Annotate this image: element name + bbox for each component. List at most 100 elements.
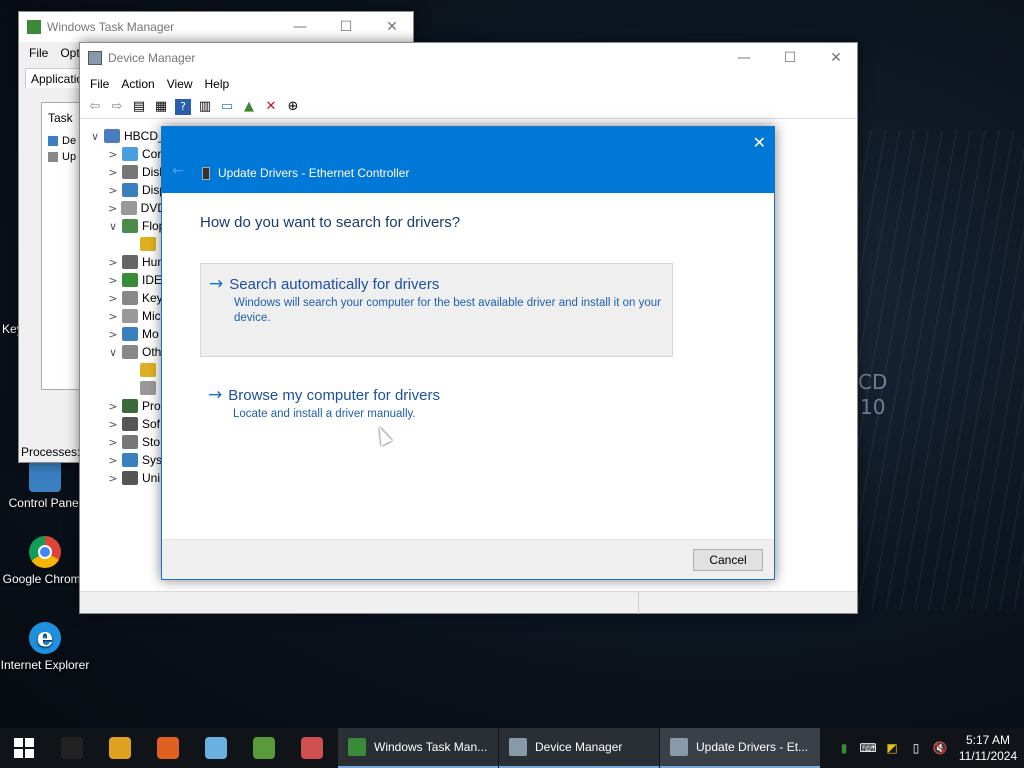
taskbar-pinned-app[interactable] [48,728,96,768]
close-button[interactable]: ✕ [813,43,859,73]
details-icon[interactable]: ▥ [194,97,216,117]
desktop-icon-label: Internet Explorer [0,658,90,672]
search-automatically-option[interactable]: → Search automatically for drivers Windo… [200,263,673,357]
help-icon[interactable]: ? [175,98,191,115]
tree-item[interactable]: > Uni [86,469,166,487]
desktop-background-text: 10 [860,395,886,419]
menu-help[interactable]: Help [199,77,236,91]
usb-icon[interactable]: ▯ [904,728,928,768]
chevron-right-icon[interactable]: > [104,274,122,287]
cancel-button[interactable]: Cancel [693,549,763,571]
chevron-right-icon[interactable]: > [104,400,122,413]
ethernet-device-icon [202,166,210,180]
start-button[interactable] [0,728,48,768]
tree-item[interactable] [86,361,166,379]
task-manager-titlebar[interactable]: Windows Task Manager — ☐ ✕ [19,12,413,42]
desktop-icon-internet-explorer[interactable]: e Internet Explorer [0,622,90,672]
update-drivers-dialog[interactable]: ✕ ← Update Drivers - Ethernet Controller… [161,126,775,580]
maximize-button[interactable]: ☐ [323,12,369,42]
back-icon[interactable]: ⇦ [84,97,106,117]
tree-item[interactable]: > Mic [86,307,166,325]
device-tree[interactable]: ∨ HBCD_ > Cor > Disl > Disp > DVD ∨ Flop > Hun > IDE > Ke… [86,127,166,487]
minimize-button[interactable]: — [721,43,767,73]
taskbar-task-button[interactable]: Device Manager [499,728,659,768]
chevron-right-icon[interactable]: > [104,418,122,431]
uninstall-icon[interactable]: ✕ [260,97,282,117]
chevron-right-icon[interactable]: > [104,148,122,161]
forward-icon[interactable]: ⇨ [106,97,128,117]
browse-computer-option[interactable]: → Browse my computer for drivers Locate … [200,375,673,425]
tree-item[interactable] [86,235,166,253]
close-button[interactable]: ✕ [369,12,415,42]
chevron-right-icon[interactable]: > [104,472,122,485]
internet-explorer-icon: e [29,622,61,654]
tree-item-label: Sto [142,435,161,449]
device-category-icon [140,381,156,395]
option-description: Locate and install a driver manually. [233,408,416,420]
minimize-button[interactable]: — [277,12,323,42]
chevron-right-icon[interactable]: > [104,328,122,341]
tree-item[interactable]: > Sto [86,433,166,451]
chevron-right-icon[interactable]: > [104,166,122,179]
device-manager-titlebar[interactable]: Device Manager — ☐ ✕ [80,43,857,73]
menu-action[interactable]: Action [115,77,160,91]
tree-item[interactable]: ∨ Flop [86,217,166,235]
chevron-right-icon[interactable]: > [104,202,121,215]
desktop-icon-control-panel[interactable]: Control Panel [0,460,90,510]
desktop-icon-chrome[interactable]: Google Chrome [0,536,90,586]
device-category-icon [122,147,138,161]
volume-muted-icon[interactable]: 🔇 [928,728,952,768]
chevron-right-icon[interactable]: > [104,454,122,467]
tree-item[interactable]: > IDE [86,271,166,289]
chevron-right-icon[interactable]: > [104,184,122,197]
desktop-icon-label: Control Panel [8,496,82,510]
tree-item[interactable]: ∨ HBCD_ [86,127,166,145]
chevron-down-icon[interactable]: ∨ [104,346,122,359]
tab-applications[interactable]: Applicatio [25,68,85,88]
tree-item-label: Mic [142,309,161,323]
chevron-right-icon[interactable]: > [104,436,122,449]
taskbar-pinned-app[interactable] [192,728,240,768]
tree-item[interactable]: > Disl [86,163,166,181]
list-icon[interactable]: ▦ [150,97,172,117]
tree-item[interactable]: > Key [86,289,166,307]
chevron-down-icon[interactable]: ∨ [86,130,104,143]
chevron-down-icon[interactable]: ∨ [104,220,122,233]
tree-item[interactable]: > Syst [86,451,166,469]
taskbar-task-button[interactable]: Update Drivers - Et... [660,728,820,768]
tree-item[interactable]: > DVD [86,199,166,217]
tree-item[interactable]: > Cor [86,145,166,163]
color-icon[interactable]: ◩ [880,728,904,768]
chrome-icon [109,737,131,759]
update-driver-icon[interactable]: ▲ [238,97,260,117]
tree-item[interactable]: > Hun [86,253,166,271]
menu-file[interactable]: File [84,77,115,91]
chevron-right-icon[interactable]: > [104,292,122,305]
chevron-right-icon[interactable]: > [104,256,122,269]
taskbar-pinned-app[interactable] [144,728,192,768]
menu-file[interactable]: File [23,46,54,60]
close-icon[interactable]: ✕ [753,133,766,152]
taskbar-task-button[interactable]: Windows Task Man... [338,728,498,768]
tree-item[interactable]: > Sof [86,415,166,433]
task-manager-tray-icon[interactable]: ▮ [832,728,856,768]
tree-item[interactable]: > Pro [86,397,166,415]
taskbar-pinned-app[interactable] [240,728,288,768]
taskbar-pinned-app[interactable] [288,728,336,768]
menu-view[interactable]: View [161,77,199,91]
back-arrow-icon[interactable]: ← [172,163,184,179]
properties-icon[interactable]: ▤ [128,97,150,117]
monitor-icon[interactable]: ▭ [216,97,238,117]
tree-item[interactable]: > Disp [86,181,166,199]
tree-item[interactable]: ∨ Oth [86,343,166,361]
desktop-background-text: CD [858,370,888,394]
tree-item[interactable]: > Mo [86,325,166,343]
download-icon[interactable]: ⊕ [282,97,304,117]
tree-item[interactable] [86,379,166,397]
device-category-icon [122,453,138,467]
chevron-right-icon[interactable]: > [104,310,122,323]
clock[interactable]: 5:17 AM 11/11/2024 [952,732,1024,764]
taskbar-pinned-app[interactable] [96,728,144,768]
maximize-button[interactable]: ☐ [767,43,813,73]
keyboard-icon[interactable]: ⌨ [856,728,880,768]
